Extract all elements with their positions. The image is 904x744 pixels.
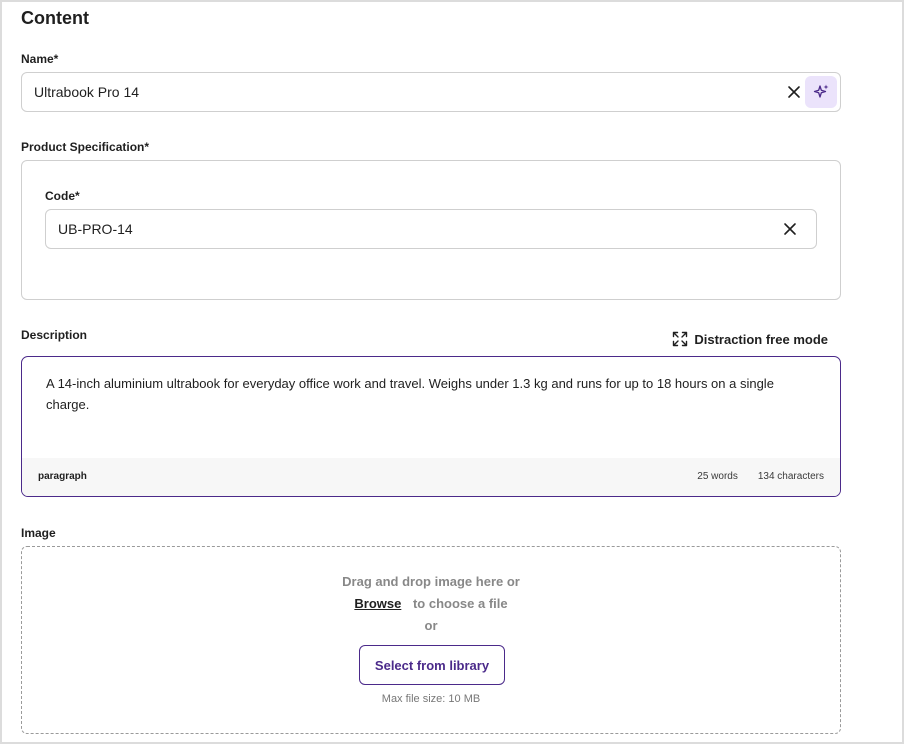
outer-frame xyxy=(0,0,904,744)
left-border xyxy=(0,0,2,744)
